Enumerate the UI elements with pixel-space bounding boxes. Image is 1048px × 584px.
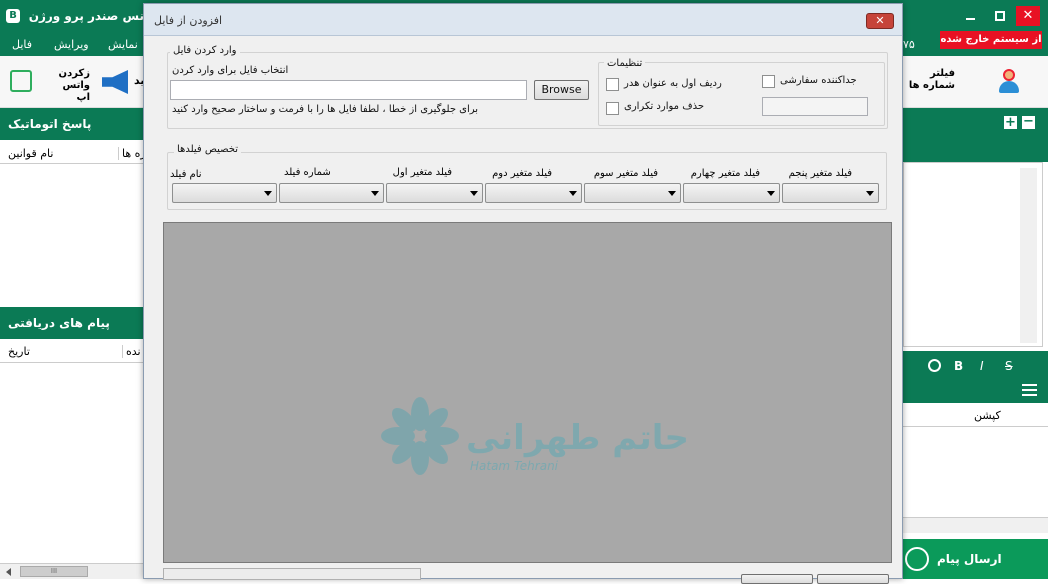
whatsapp-icon — [905, 547, 929, 571]
italic-button[interactable]: I — [980, 359, 984, 373]
field-var2-select[interactable] — [485, 183, 582, 203]
custom-separator-label: جداکننده سفارشی — [780, 75, 857, 86]
app-badge-icon: B — [6, 9, 20, 23]
chevron-down-icon — [470, 191, 478, 196]
remove-icon[interactable]: − — [1022, 115, 1035, 129]
field-var1-select[interactable] — [386, 183, 483, 203]
field-name-select[interactable] — [172, 183, 277, 203]
watermark-subtitle: Hatam Tehrani — [470, 459, 559, 473]
col-date[interactable]: تاریخ — [8, 345, 30, 358]
field-number-select[interactable] — [279, 183, 384, 203]
emoji-icon[interactable] — [928, 359, 941, 372]
col-caption[interactable]: کپشن — [974, 409, 1001, 422]
browse-button[interactable]: Browse — [534, 80, 589, 100]
chevron-down-icon — [866, 191, 874, 196]
hamburger-icon[interactable] — [1022, 384, 1037, 396]
preview-grid[interactable] — [163, 222, 892, 563]
format-hint: برای جلوگیری از خطا ، لطفا فایل ها را با… — [172, 104, 479, 115]
received-title: پیام های دریافتی — [8, 316, 110, 330]
chevron-down-icon — [569, 191, 577, 196]
ok-button[interactable] — [741, 574, 813, 584]
fields-group-label: تخصیص فیلدها — [174, 144, 242, 155]
watermark-name: حاتم طهرانی — [466, 418, 689, 458]
right-fragment-text: ۷۵ — [903, 38, 915, 51]
first-row-header-checkbox[interactable] — [606, 78, 619, 91]
settings-group-label: تنظیمات — [604, 58, 646, 69]
filter-numbers-text2: شماره ها — [908, 80, 955, 91]
whatsapp-connect-text: زکردن واتس — [58, 68, 90, 91]
auto-reply-title: پاسخ اتوماتیک — [8, 117, 92, 131]
app-title: نس صندر پرو ورژن ۲۲ — [26, 9, 144, 23]
send-message-label: ارسال پیام — [937, 552, 1002, 566]
right-hscrollbar[interactable] — [903, 517, 1048, 533]
auto-reply-header: پاسخ اتوماتیک — [0, 108, 143, 140]
chevron-down-icon — [767, 191, 775, 196]
field-var5-label: فیلد متغیر پنجم — [788, 168, 852, 179]
chevron-down-icon — [264, 191, 272, 196]
select-file-label: انتخاب فایل برای وارد کردن — [172, 65, 289, 76]
scan-qr-icon[interactable] — [10, 70, 32, 92]
import-group-label: وارد کردن فایل — [170, 45, 240, 56]
remove-duplicates-label: حذف موارد تکراری — [624, 101, 704, 112]
status-bar — [163, 568, 421, 580]
strike-button[interactable]: S — [1005, 359, 1013, 373]
field-var4-select[interactable] — [683, 183, 780, 203]
format-bar — [903, 351, 1048, 381]
settings-group — [598, 62, 885, 126]
watermark-flower-icon — [380, 396, 460, 476]
logout-badge[interactable]: از سیستم خارج شده — [940, 31, 1042, 49]
bold-button[interactable]: B — [954, 359, 963, 373]
scroll-left-arrow[interactable] — [6, 568, 11, 576]
file-path-input[interactable] — [170, 80, 527, 100]
field-var1-label: فیلد متغیر اول — [392, 167, 452, 178]
send-message-button[interactable]: ارسال پیام — [903, 539, 1048, 579]
filter-numbers-label[interactable]: فیلتر شماره ها — [905, 68, 955, 92]
chevron-down-icon — [668, 191, 676, 196]
field-var3-label: فیلد متغیر سوم — [593, 168, 658, 179]
menu-view[interactable]: نمایش — [108, 38, 138, 51]
field-number-label: شماره فیلد — [284, 167, 331, 178]
add-icon[interactable]: + — [1004, 116, 1017, 129]
col-sender[interactable]: نده — [122, 345, 141, 358]
field-name-label: نام فیلد — [170, 169, 202, 180]
dialog-title: افزودن از فایل — [154, 14, 223, 27]
scroll-thumb[interactable]: III — [20, 566, 88, 577]
filter-numbers-text: فیلتر — [929, 68, 955, 79]
menu-edit[interactable]: ویرایش — [54, 38, 89, 51]
field-var4-label: فیلد متغیر چهارم — [690, 168, 760, 179]
window-close-button[interactable]: ✕ — [1016, 6, 1040, 26]
chevron-down-icon — [371, 191, 379, 196]
col-rule-name[interactable]: نام قوانین — [8, 147, 53, 160]
whatsapp-connect-text2: اپ — [76, 92, 90, 103]
menu-file[interactable]: فایل — [12, 38, 32, 51]
custom-separator-checkbox[interactable] — [762, 75, 775, 88]
minimize-button[interactable] — [966, 18, 975, 20]
field-var2-label: فیلد متغیر دوم — [492, 168, 552, 179]
remove-duplicates-checkbox[interactable] — [606, 102, 619, 115]
first-row-header-label: ردیف اول به عنوان هدر — [624, 78, 722, 89]
import-file-dialog: افزودن از فایل ✕ وارد کردن فایل انتخاب ف… — [143, 3, 903, 584]
message-scrollbar[interactable] — [1020, 168, 1037, 343]
maximize-button[interactable] — [995, 11, 1005, 21]
support-agent-icon[interactable] — [998, 69, 1020, 93]
whatsapp-connect-label[interactable]: زکردن واتس اپ — [36, 68, 90, 104]
dialog-title-bar: افزودن از فایل ✕ — [144, 4, 902, 36]
dialog-close-button[interactable]: ✕ — [866, 13, 894, 29]
received-header: پیام های دریافتی — [0, 307, 143, 339]
col-keywords[interactable]: ژه ها — [118, 147, 146, 160]
field-var5-select[interactable] — [782, 183, 879, 203]
custom-separator-input[interactable] — [762, 97, 868, 116]
field-var3-select[interactable] — [584, 183, 681, 203]
cancel-button[interactable] — [817, 574, 889, 584]
